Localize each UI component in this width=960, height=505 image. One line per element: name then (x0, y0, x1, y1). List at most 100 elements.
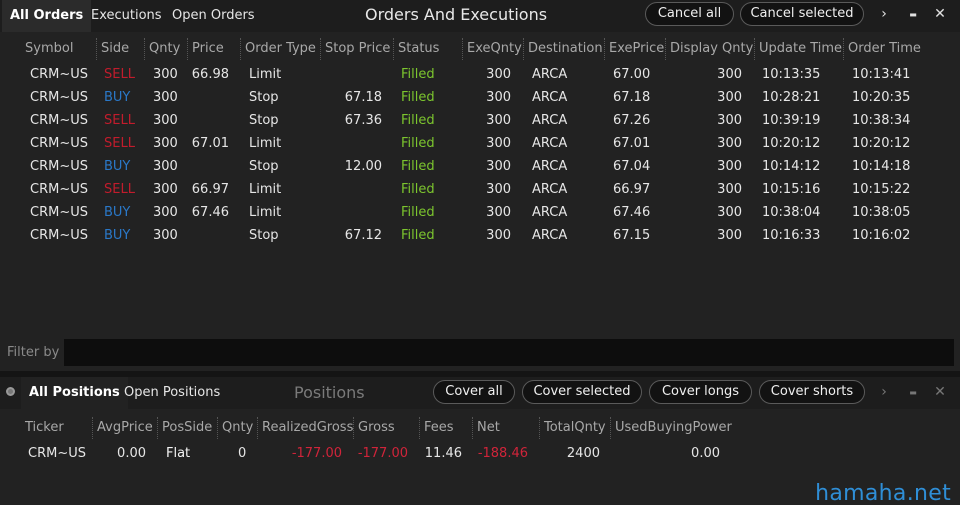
column-header-totalqnty[interactable]: TotalQnty (539, 417, 606, 439)
display-qnty-cell: 300 (717, 205, 742, 220)
symbol-cell: CRM~US (30, 182, 88, 197)
cancel-all-button[interactable]: Cancel all (645, 2, 734, 26)
order-type-cell: Limit (249, 205, 282, 220)
stop-price-cell (330, 132, 382, 155)
status-cell: Filled (401, 136, 435, 151)
table-row[interactable]: CRM~US BUY 300 Stop 67.12 Filled 300 ARCA 67.15 3… (0, 224, 960, 247)
qnty-cell: 300 (153, 182, 178, 197)
tab-executions[interactable]: Executions (91, 0, 162, 32)
tab-open-positions[interactable]: Open Positions (124, 377, 220, 409)
column-header-price[interactable]: Price (187, 38, 224, 60)
update-time-cell: 10:38:04 (762, 205, 821, 220)
fees-cell: 11.46 (424, 446, 462, 461)
order-time-cell: 10:15:22 (852, 182, 911, 197)
symbol-cell: CRM~US (30, 205, 88, 220)
close-icon[interactable]: ✕ (930, 382, 950, 402)
exeqnty-cell: 300 (486, 67, 511, 82)
column-header-side[interactable]: Side (96, 38, 129, 60)
column-header-order-time[interactable]: Order Time (843, 38, 921, 60)
exeqnty-cell: 300 (486, 228, 511, 243)
order-type-cell: Stop (249, 159, 279, 174)
column-header-gross[interactable]: Gross (353, 417, 395, 439)
display-qnty-cell: 300 (717, 67, 742, 82)
exeqnty-cell: 300 (486, 182, 511, 197)
stop-price-cell: 12.00 (344, 159, 382, 174)
orders-table-body: CRM~US SELL 300 66.98 Limit Filled 300 ARCA 67.0… (0, 63, 960, 247)
minimize-icon[interactable]: ▬ (903, 383, 923, 403)
exeprice-cell: 67.15 (613, 228, 651, 243)
table-row[interactable]: CRM~US SELL 300 67.01 Limit Filled 300 ARCA 67.0… (0, 132, 960, 155)
column-header-update-time[interactable]: Update Time (754, 38, 842, 60)
side-cell: BUY (104, 90, 131, 105)
order-time-cell: 10:20:35 (852, 90, 911, 105)
cover-shorts-button[interactable]: Cover shorts (759, 380, 865, 404)
update-time-cell: 10:28:21 (762, 90, 821, 105)
close-icon[interactable]: ✕ (930, 4, 950, 24)
side-cell: BUY (104, 228, 131, 243)
column-header-order-type[interactable]: Order Type (240, 38, 316, 60)
price-cell (189, 86, 229, 109)
tab-all-positions[interactable]: All Positions (21, 377, 128, 409)
stop-price-cell (330, 178, 382, 201)
cancel-selected-button[interactable]: Cancel selected (740, 2, 864, 26)
filter-input[interactable] (64, 339, 954, 366)
price-cell: 67.46 (191, 205, 229, 220)
status-cell: Filled (401, 205, 435, 220)
column-header-usedbuyingpower[interactable]: UsedBuyingPower (610, 417, 732, 439)
table-row[interactable]: CRM~US SELL 300 Stop 67.36 Filled 300 ARCA 67.26… (0, 109, 960, 132)
display-qnty-cell: 300 (717, 182, 742, 197)
side-cell: BUY (104, 205, 131, 220)
column-header-realizedgross[interactable]: RealizedGross (257, 417, 353, 439)
ticker-cell: CRM~US (28, 446, 86, 461)
chevron-right-icon[interactable]: › (874, 382, 894, 402)
exeqnty-cell: 300 (486, 205, 511, 220)
order-type-cell: Limit (249, 67, 282, 82)
tab-all-orders[interactable]: All Orders (2, 0, 92, 32)
qnty-cell: 300 (153, 67, 178, 82)
cover-all-button[interactable]: Cover all (433, 380, 515, 404)
column-header-symbol[interactable]: Symbol (25, 38, 73, 60)
link-dot-icon[interactable] (6, 387, 15, 396)
qnty-cell: 300 (153, 205, 178, 220)
stop-price-cell: 67.12 (344, 228, 382, 243)
column-header-qnty[interactable]: Qnty (144, 38, 180, 60)
order-type-cell: Limit (249, 136, 282, 151)
column-header-fees[interactable]: Fees (419, 417, 454, 439)
chevron-right-icon[interactable]: › (874, 4, 894, 24)
table-row[interactable]: CRM~US BUY 300 67.46 Limit Filled 300 ARCA 67.46… (0, 201, 960, 224)
destination-cell: ARCA (532, 67, 568, 82)
column-header-display-qnty[interactable]: Display Qnty (665, 38, 753, 60)
column-header-avgprice[interactable]: AvgPrice (92, 417, 153, 439)
column-header-stop-price[interactable]: Stop Price (320, 38, 390, 60)
table-row[interactable]: CRM~US BUY 300 Stop 67.18 Filled 300 ARCA 67.18 3… (0, 86, 960, 109)
table-row[interactable]: CRM~US BUY 300 Stop 12.00 Filled 300 ARCA 67.04 3… (0, 155, 960, 178)
column-header-posside[interactable]: PosSide (157, 417, 212, 439)
column-header-net[interactable]: Net (472, 417, 500, 439)
status-cell: Filled (401, 159, 435, 174)
column-header-ticker[interactable]: Ticker (25, 417, 64, 439)
exeprice-cell: 67.18 (613, 90, 651, 105)
exeprice-cell: 67.26 (613, 113, 651, 128)
price-cell: 67.01 (191, 136, 229, 151)
table-row[interactable]: CRM~US SELL 300 66.97 Limit Filled 300 ARCA 66.9… (0, 178, 960, 201)
table-row[interactable]: CRM~US SELL 300 66.98 Limit Filled 300 ARCA 67.0… (0, 63, 960, 86)
price-cell (189, 109, 229, 132)
column-header-exeqnty[interactable]: ExeQnty (462, 38, 522, 60)
order-type-cell: Stop (249, 90, 279, 105)
column-header-pos-qnty[interactable]: Qnty (217, 417, 253, 439)
column-header-destination[interactable]: Destination (523, 38, 603, 60)
column-header-exeprice[interactable]: ExePrice (604, 38, 664, 60)
status-cell: Filled (401, 228, 435, 243)
side-cell: SELL (104, 113, 135, 128)
gross-cell: -177.00 (357, 446, 408, 461)
table-row[interactable]: CRM~US 0.00 Flat 0 -177.00 -177.00 11.46… (0, 442, 960, 464)
orders-panel-title: Orders And Executions (365, 5, 548, 24)
symbol-cell: CRM~US (30, 159, 88, 174)
cover-longs-button[interactable]: Cover longs (649, 380, 752, 404)
tab-open-orders[interactable]: Open Orders (172, 0, 255, 32)
symbol-cell: CRM~US (30, 113, 88, 128)
minimize-icon[interactable]: ▬ (903, 5, 923, 25)
column-header-status[interactable]: Status (393, 38, 439, 60)
cover-selected-button[interactable]: Cover selected (522, 380, 642, 404)
watermark: hamaha.net (815, 481, 951, 505)
